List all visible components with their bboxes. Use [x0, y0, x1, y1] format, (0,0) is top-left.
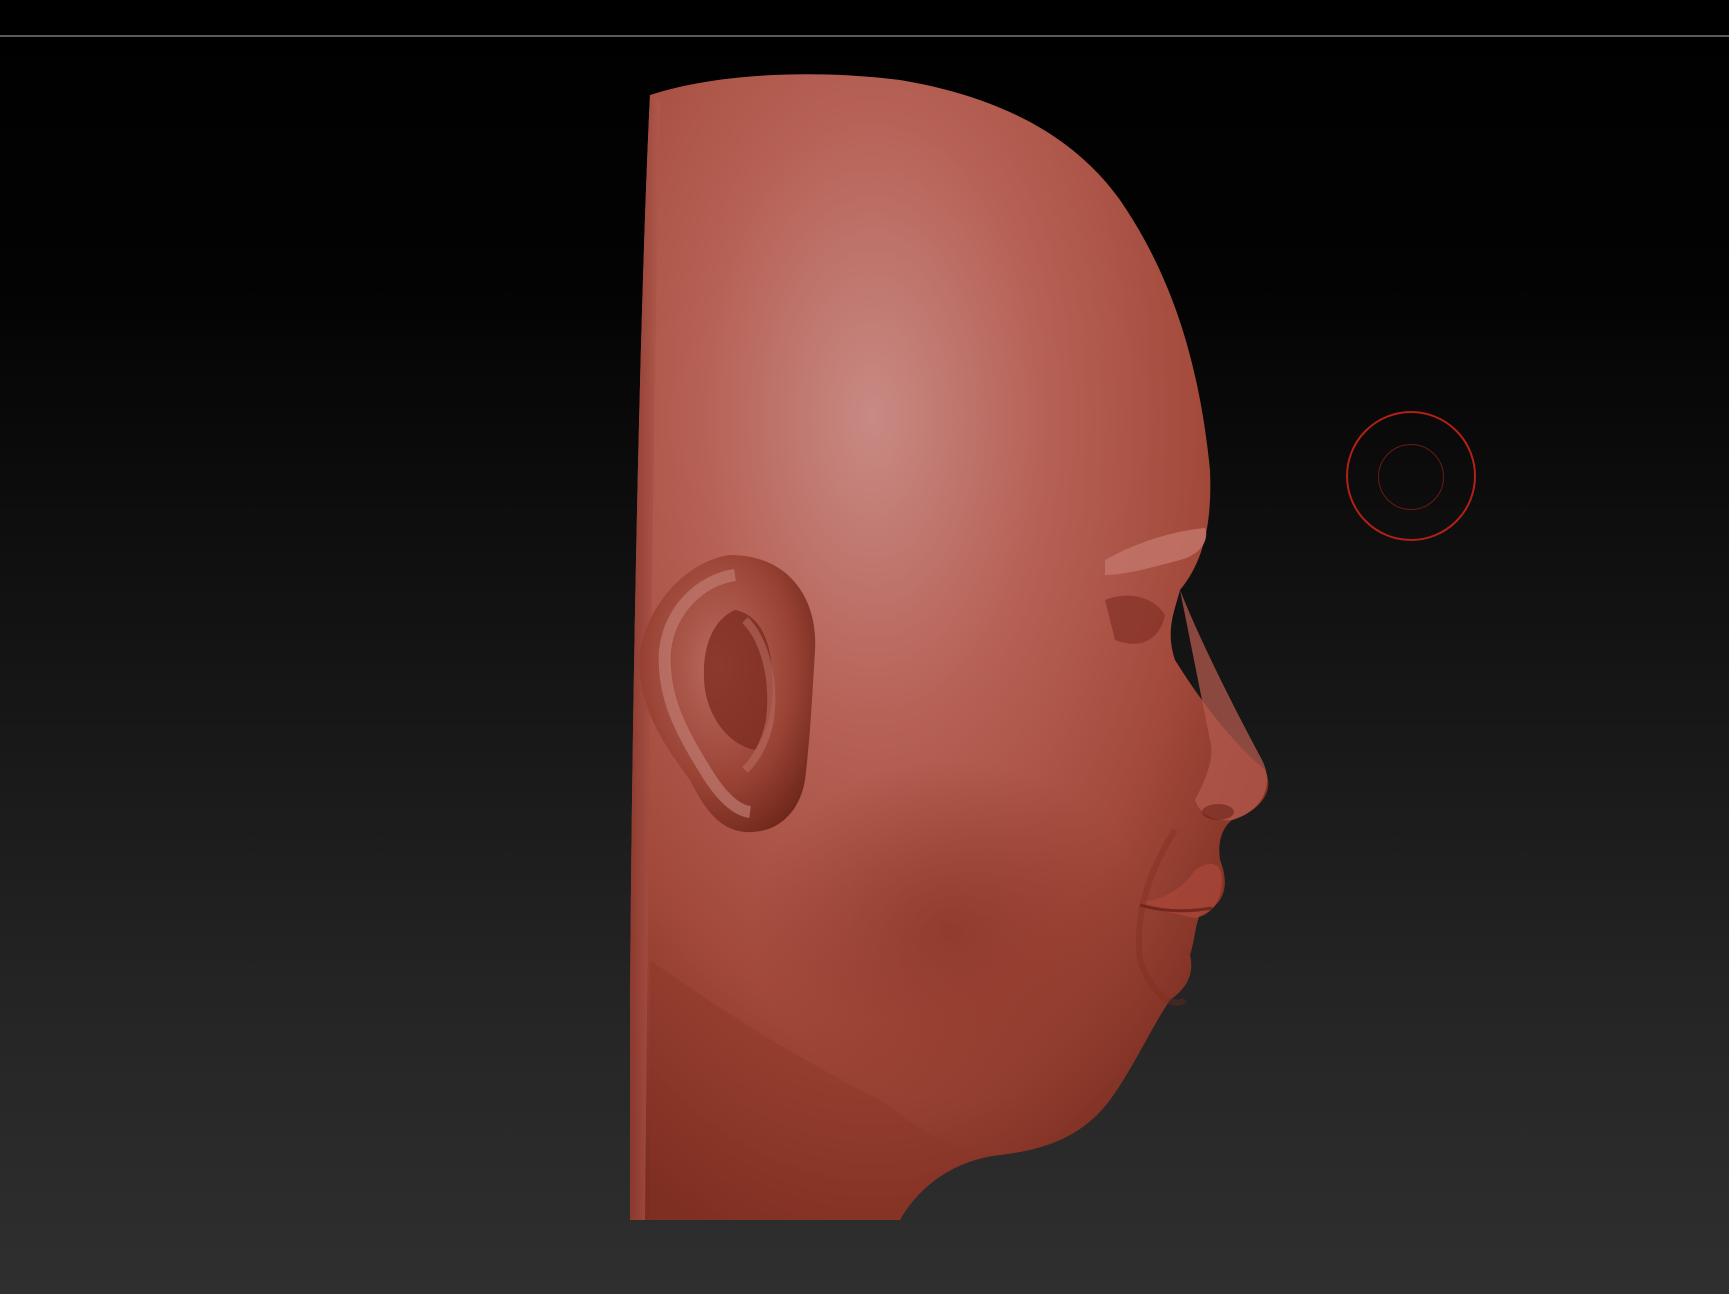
- sculpt-model-head[interactable]: [0, 0, 1729, 1294]
- jaw-shading: [750, 760, 1150, 1100]
- 3d-viewport[interactable]: [0, 0, 1729, 1294]
- brush-cursor-inner-ring: [1378, 444, 1444, 510]
- nostril-shadow: [1202, 804, 1234, 820]
